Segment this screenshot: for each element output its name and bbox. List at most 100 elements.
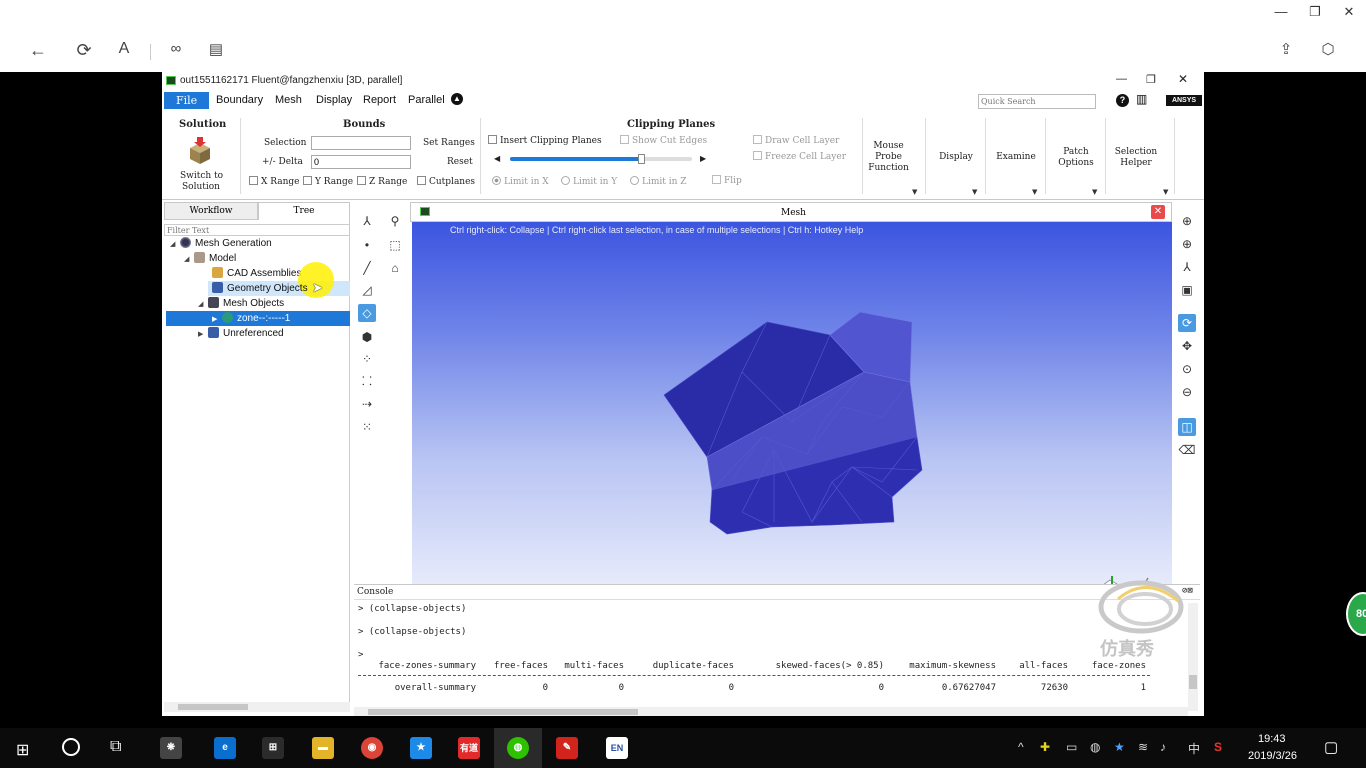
selection-helper-button[interactable]: Selection Helper (1108, 147, 1164, 169)
quick-search-input[interactable] (978, 94, 1096, 109)
mouse-probe-button[interactable]: Mouse Probe Function (866, 141, 911, 174)
triangle-icon[interactable]: ◿ (358, 281, 376, 299)
wechat-tray-icon[interactable]: ◍ (1090, 740, 1100, 754)
flip-checkbox[interactable]: Flip (712, 175, 742, 186)
console-panel[interactable]: Console ⊘⊠ > (collapse-objects) > (colla… (354, 580, 1200, 716)
slider-left-arrow[interactable]: ◀ (494, 154, 500, 163)
share-icon[interactable]: ⇪ (1272, 40, 1300, 58)
box-select-icon[interactable]: ⬚ (386, 236, 404, 254)
chevron-down-icon[interactable]: ▼ (1032, 188, 1037, 196)
acrobat-icon[interactable]: ✎ (556, 737, 578, 759)
cortana-icon[interactable] (62, 738, 80, 756)
frame-icon[interactable]: ▤ (202, 40, 230, 58)
tab-tree[interactable]: Tree (258, 202, 350, 220)
expand-arrow-icon[interactable]: ◢ (184, 252, 194, 267)
zoom-region-icon[interactable]: ⊙ (1178, 360, 1196, 378)
selection-input[interactable] (311, 136, 411, 150)
link-icon[interactable]: ∞ (162, 40, 190, 57)
chevron-down-icon[interactable]: ▼ (1092, 188, 1097, 196)
zoom-in-icon[interactable]: ⊕ (1178, 235, 1196, 253)
tree-node-model[interactable]: ◢ Model (184, 251, 236, 266)
face-select-icon[interactable]: ◇ (358, 304, 376, 322)
slider-right-arrow[interactable]: ▶ (700, 154, 706, 163)
z-range-checkbox[interactable]: Z Range (357, 176, 407, 187)
expand-arrow-icon[interactable]: ◢ (170, 237, 180, 252)
restore-button[interactable]: ❐ (1300, 4, 1330, 20)
console-vertical-scrollbar[interactable] (1188, 603, 1198, 711)
app-icon[interactable]: ❋ (160, 737, 182, 759)
window-close-button[interactable]: ✕ (1178, 72, 1188, 86)
notification-icon[interactable]: ▢ (1324, 738, 1338, 756)
sogou-icon[interactable]: S (1214, 740, 1222, 754)
clipping-slider-thumb[interactable] (638, 154, 645, 164)
menu-parallel[interactable]: Parallel (404, 93, 449, 107)
windows-start-icon[interactable]: ⊞ (16, 740, 29, 760)
window-minimize-button[interactable]: — (1116, 73, 1127, 85)
battery-icon[interactable]: ▭ (1066, 740, 1077, 754)
console-horizontal-scrollbar[interactable] (354, 707, 1188, 716)
back-icon[interactable]: ← (24, 40, 52, 61)
close-button[interactable]: ✕ (1334, 4, 1364, 20)
examine-button[interactable]: Examine (988, 152, 1044, 163)
clipping-slider-track[interactable] (510, 154, 692, 164)
en-dictionary-icon[interactable]: EN (606, 737, 628, 759)
tree-node-mesh-generation[interactable]: ◢ Mesh Generation (170, 236, 272, 251)
tray-app-icon[interactable]: ✚ (1040, 740, 1050, 754)
expand-arrow-icon[interactable]: ▶ (212, 312, 222, 327)
scrollbar-thumb[interactable] (368, 709, 638, 715)
axes-icon[interactable]: ⅄ (358, 212, 376, 230)
clock-time[interactable]: 19:43 (1258, 733, 1286, 745)
app-tray-icon[interactable]: ★ (1114, 740, 1125, 754)
view-cube-icon[interactable]: ◫ (1178, 418, 1196, 436)
menu-display[interactable]: Display (312, 93, 356, 107)
menu-boundary[interactable]: Boundary (212, 93, 267, 107)
scrollbar-thumb[interactable] (178, 704, 248, 710)
switch-to-solution-icon[interactable] (186, 136, 214, 166)
ime-indicator[interactable]: 中 (1188, 740, 1200, 757)
file-explorer-icon[interactable]: ▬ (312, 737, 334, 759)
zone-select-icon[interactable]: ⸬ (358, 372, 376, 390)
store-icon[interactable]: ⊞ (262, 737, 284, 759)
cube-icon[interactable]: ⬡ (1314, 40, 1342, 58)
wifi-icon[interactable]: ≋ (1138, 740, 1148, 754)
connect-icon[interactable]: ⇢ (358, 395, 376, 413)
limit-z-radio[interactable]: Limit in Z (630, 176, 687, 187)
menu-report[interactable]: Report (359, 93, 400, 107)
insert-clipping-checkbox[interactable]: Insert Clipping Planes (488, 135, 602, 146)
eraser-icon[interactable]: ⌫ (1178, 441, 1196, 459)
limit-y-radio[interactable]: Limit in Y (561, 176, 617, 187)
chrome-icon[interactable]: ◉ (361, 737, 383, 759)
display-button[interactable]: Display (928, 152, 984, 163)
set-ranges-button[interactable]: Set Ranges (423, 138, 475, 148)
tree-node-unreferenced[interactable]: ▶ Unreferenced (198, 326, 284, 341)
reset-button[interactable]: Reset (447, 157, 473, 167)
cell-icon[interactable]: ⬢ (358, 328, 376, 346)
zoom-out-icon[interactable]: ⊖ (1178, 383, 1196, 401)
pick-icon[interactable]: ⚲ (386, 212, 404, 230)
help-icon[interactable]: ? (1116, 94, 1129, 107)
chevron-down-icon[interactable]: ▼ (972, 188, 977, 196)
minimize-button[interactable]: — (1266, 4, 1296, 19)
scrollbar-thumb[interactable] (1189, 675, 1197, 689)
tree-node-mesh-objects[interactable]: ◢ Mesh Objects (198, 296, 284, 311)
axes-icon[interactable]: ⅄ (1178, 258, 1196, 276)
menu-file[interactable]: File (164, 92, 210, 109)
app-star-icon[interactable]: ★ (410, 737, 432, 759)
graphics-close-button[interactable]: ✕ (1151, 205, 1165, 219)
youdao-icon[interactable]: 有道 (458, 737, 480, 759)
layout-icon[interactable]: ▥ (1136, 92, 1147, 106)
x-range-checkbox[interactable]: X Range (249, 176, 300, 187)
tree-node-cad-assemblies[interactable]: CAD Assemblies (212, 266, 301, 281)
collapse-ribbon-icon[interactable]: ▲ (451, 93, 463, 105)
wechat-icon[interactable]: ◍ (507, 737, 529, 759)
patch-options-button[interactable]: Patch Options (1048, 147, 1104, 169)
read-aloud-icon[interactable]: A (110, 40, 138, 58)
polygon-icon[interactable]: ⌂ (386, 259, 404, 277)
camera-icon[interactable]: ▣ (1178, 281, 1196, 299)
y-range-checkbox[interactable]: Y Range (303, 176, 353, 187)
delta-input[interactable] (311, 155, 411, 169)
pan-icon[interactable]: ✥ (1178, 337, 1196, 355)
draw-cell-layer-checkbox[interactable]: Draw Cell Layer (753, 135, 839, 146)
point-icon[interactable]: • (358, 236, 376, 254)
task-view-icon[interactable]: ⧉ (110, 738, 121, 756)
